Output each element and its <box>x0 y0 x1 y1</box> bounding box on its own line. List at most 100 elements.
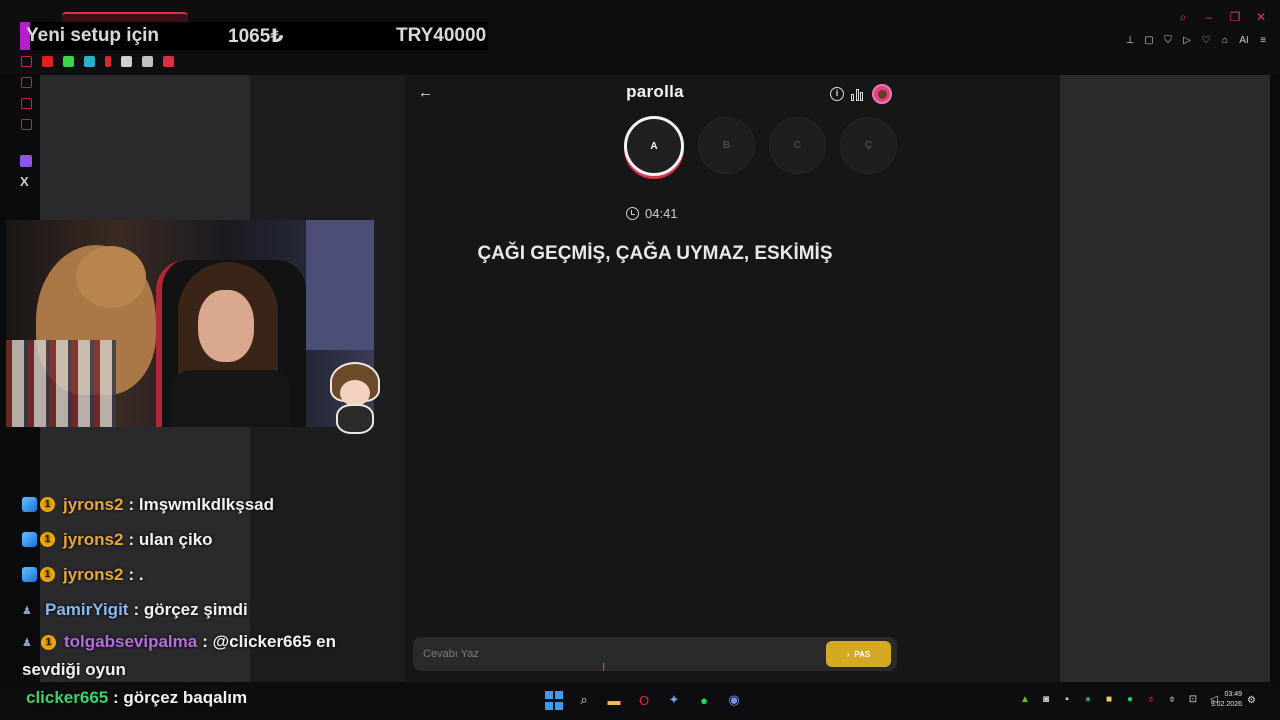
sidebar-refresh-icon[interactable] <box>20 56 32 67</box>
discord-icon[interactable]: ◉ <box>724 690 744 710</box>
taskbar-apps: ⌕ ▬ O ✦ ● ◉ <box>544 690 744 710</box>
chat-text: : . <box>128 564 144 584</box>
right-panel <box>1060 75 1270 682</box>
cube-badge-icon <box>22 497 37 512</box>
game-title: parolla <box>626 82 684 101</box>
flag-icon[interactable] <box>121 56 132 67</box>
chat-message: ♟ PamirYigit : görçez şimdi <box>22 592 402 627</box>
cube-badge-icon <box>22 532 37 547</box>
letter-circle-b: B <box>698 117 755 174</box>
tray-app-icon[interactable]: ◙ <box>1040 694 1052 706</box>
x-icon[interactable]: X <box>20 174 29 189</box>
chat-username: PamirYigit <box>45 599 129 619</box>
crop-icon[interactable]: ▢ <box>1144 34 1154 48</box>
doll-sticker <box>326 358 384 436</box>
donation-banner: Yeni setup için 1065₺ TRY40000 <box>20 22 488 50</box>
bookmark-app-icon[interactable] <box>163 56 174 67</box>
chat-username: jyrons2 <box>63 529 124 549</box>
clock-date: 9.02.2026 <box>1210 701 1242 708</box>
number-one-badge-icon: 1 <box>41 634 56 650</box>
teddy-bear-head <box>76 246 146 308</box>
bag-icon[interactable]: ⌂ <box>1220 34 1230 48</box>
sidebar-bag-icon[interactable] <box>20 77 32 88</box>
gmail-icon[interactable] <box>142 56 153 67</box>
sidebar-instagram-icon[interactable] <box>20 119 32 130</box>
person-badge-icon: ♟ <box>22 604 32 617</box>
play-icon[interactable]: ▷ <box>1182 34 1192 48</box>
kick-icon[interactable] <box>63 56 74 67</box>
ai-button[interactable]: AI <box>1239 34 1249 48</box>
avatar[interactable] <box>872 84 892 104</box>
chat-text: : görçez şimdi <box>133 599 248 619</box>
person-badge-icon: ♟ <box>22 637 32 649</box>
cube-badge-icon <box>22 567 37 582</box>
clock-icon <box>626 207 639 220</box>
chat-username: jyrons2 <box>63 494 124 514</box>
menu-icon[interactable]: ≡ <box>1258 34 1268 48</box>
banner-goal: TRY40000 <box>396 25 487 46</box>
webcam-feed <box>6 220 374 427</box>
chat-text: : ulan çiko <box>128 529 213 549</box>
browser-toolbar: ⊥ ▢ ⛉ ▷ ♡ ⌂ AI ≡ <box>1125 34 1268 48</box>
chat-username: tolgabsevipalma <box>64 632 198 651</box>
settings-icon[interactable]: ✦ <box>664 690 684 710</box>
chat-username: clicker665 <box>26 688 109 707</box>
chat-message: 1 jyrons2 : ulan çiko <box>22 522 402 557</box>
sidebar-messenger-icon[interactable] <box>20 98 32 109</box>
tray-note-icon[interactable]: ■ <box>1103 694 1115 706</box>
number-one-badge-icon: 1 <box>40 567 55 582</box>
tray-green-icon[interactable]: ● <box>1082 694 1094 706</box>
question-text: ÇAĞI GEÇMİŞ, ÇAĞA UYMAZ, ESKİMİŞ <box>477 243 833 264</box>
minimize-icon[interactable]: – <box>1202 10 1216 24</box>
text-cursor-icon: I <box>602 660 606 674</box>
twitch-icon[interactable] <box>20 155 32 167</box>
windows-start-icon[interactable] <box>544 690 564 710</box>
pass-button[interactable]: › PAS <box>826 641 891 667</box>
heart-icon[interactable]: ♡ <box>1201 34 1211 48</box>
network-icon[interactable]: ⊡ <box>1187 694 1199 706</box>
chat-username: jyrons2 <box>63 564 124 584</box>
clock-time: 03:49 <box>1224 691 1242 698</box>
shield-icon[interactable]: ⛉ <box>1163 34 1173 48</box>
docs-icon[interactable] <box>84 56 95 67</box>
mic-icon[interactable]: ⌽ <box>1166 694 1178 706</box>
letter-circle-c: C <box>769 117 826 174</box>
mic-muted-icon[interactable]: ⌽ <box>1145 694 1157 706</box>
chat-message: 1 jyrons2 : lmşwmlkdlkşsad <box>22 487 402 522</box>
file-explorer-icon[interactable]: ▬ <box>604 690 624 710</box>
nvidia-icon[interactable]: ▲ <box>1019 694 1031 706</box>
letter-circles: A B C Ç <box>624 116 897 176</box>
opera-gx-icon[interactable]: O <box>634 690 654 710</box>
chat-overlay: 1 jyrons2 : lmşwmlkdlkşsad 1 jyrons2 : u… <box>22 487 402 683</box>
streamer-body <box>171 370 291 427</box>
banner-title: Yeni setup için <box>26 25 160 46</box>
tray-spotify-icon[interactable]: ● <box>1124 694 1136 706</box>
youtube-icon[interactable] <box>42 56 53 67</box>
window-controls: ⌕ – ❐ ✕ <box>1176 10 1268 24</box>
letter-circle-a: A <box>624 116 684 176</box>
number-one-badge-icon: 1 <box>40 532 55 547</box>
info-icon[interactable]: i <box>830 87 844 101</box>
spotify-icon[interactable]: ● <box>694 690 714 710</box>
pin-icon[interactable]: ⊥ <box>1125 34 1135 48</box>
bar-chart-icon[interactable] <box>851 87 865 101</box>
timer-value: 04:41 <box>645 206 678 221</box>
notification-icon[interactable]: ⚙ <box>1247 695 1256 706</box>
chat-message-latest: clicker665 : görçez baqalım <box>26 688 247 708</box>
bookmark-red-icon[interactable] <box>105 56 111 67</box>
chat-text: : lmşwmlkdlkşsad <box>128 494 274 514</box>
close-icon[interactable]: ✕ <box>1254 10 1268 24</box>
streamer-face <box>198 290 254 362</box>
tray-camera-icon[interactable]: ▪ <box>1061 694 1073 706</box>
chat-text: sevdiği oyun <box>22 660 126 679</box>
answer-input[interactable] <box>423 644 813 664</box>
search-icon[interactable]: ⌕ <box>574 690 594 710</box>
arrow-left-icon[interactable]: ← <box>418 84 433 101</box>
chat-text: : görçez baqalım <box>112 688 248 707</box>
chat-message: ♟ 1 tolgabsevipalma : @clicker665 en <box>22 627 402 657</box>
pass-button-label: PAS <box>854 649 871 659</box>
maximize-icon[interactable]: ❐ <box>1228 10 1242 24</box>
number-one-badge-icon: 1 <box>40 497 55 512</box>
search-icon[interactable]: ⌕ <box>1176 10 1190 24</box>
taskbar-clock[interactable]: 03:49 9.02.2026 <box>1211 690 1242 710</box>
